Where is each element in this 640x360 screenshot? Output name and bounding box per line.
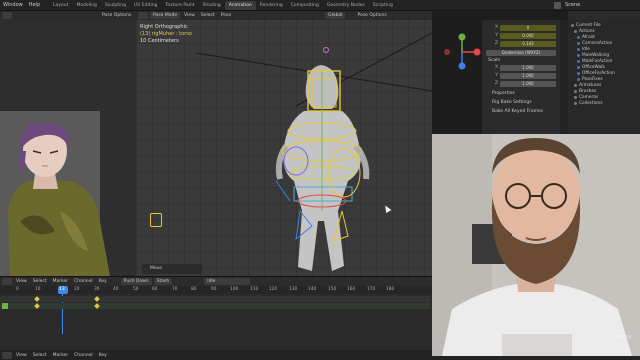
scale-x-row: X 1.000 bbox=[486, 64, 556, 71]
tab-compositing[interactable]: Compositing bbox=[287, 1, 323, 10]
scale-x-field[interactable]: 1.000 bbox=[500, 64, 556, 71]
watermark-text: Udemy bbox=[614, 334, 632, 340]
menu-channel[interactable]: Channel bbox=[72, 353, 94, 358]
tab-shading[interactable]: Shading bbox=[198, 1, 224, 10]
menu-channel[interactable]: Channel bbox=[72, 279, 94, 284]
menu-key[interactable]: Key bbox=[97, 279, 109, 284]
menu-view[interactable]: View bbox=[14, 353, 29, 358]
armature-rig-overlay[interactable] bbox=[256, 61, 386, 281]
channel-color-marker bbox=[2, 303, 8, 309]
scene-label[interactable]: Scene bbox=[562, 2, 583, 8]
location-x-field[interactable]: 0 bbox=[500, 24, 556, 31]
scale-y-row: Y 1.000 bbox=[486, 72, 556, 79]
tab-texture-paint[interactable]: Texture Paint bbox=[161, 1, 198, 10]
menu-key[interactable]: Key bbox=[97, 353, 109, 358]
tab-sculpting[interactable]: Sculpting bbox=[101, 1, 130, 10]
bake-all-checkbox[interactable]: Bake All Keyed Frames bbox=[486, 109, 556, 114]
scale-z-field[interactable]: 1.000 bbox=[500, 80, 556, 87]
webcam-overlay: Udemy bbox=[432, 134, 640, 356]
summary-channel-row[interactable] bbox=[0, 296, 430, 302]
pose-options-button[interactable]: Pose Options bbox=[100, 13, 133, 18]
properties-section[interactable]: Properties bbox=[486, 91, 556, 96]
outliner-panel: Current File Actions Afraid CameraAction… bbox=[568, 11, 640, 141]
move-operator-panel[interactable]: Move bbox=[142, 264, 202, 274]
outliner-item[interactable]: Collections bbox=[571, 100, 637, 106]
scene-icon[interactable] bbox=[554, 2, 561, 9]
location-z-field[interactable]: 0.143 bbox=[500, 40, 556, 47]
menu-view[interactable]: View bbox=[14, 279, 29, 284]
menu-marker[interactable]: Marker bbox=[51, 353, 71, 358]
camera-view-panel: Pose Options bbox=[0, 11, 136, 276]
location-z-row: Z 0.143 bbox=[486, 40, 556, 47]
menu-help[interactable]: Help bbox=[26, 2, 43, 8]
rig-bake-section[interactable]: Rig Bake Settings bbox=[486, 100, 556, 105]
hand-tool-icon[interactable] bbox=[150, 213, 162, 227]
push-down-button[interactable]: Push Down bbox=[120, 278, 152, 285]
rotation-mode-row: Quaternion (WXYZ) bbox=[486, 49, 556, 56]
presenter-video bbox=[432, 134, 640, 356]
top-menu-bar: Window Help Layout Modeling Sculpting UV… bbox=[0, 0, 640, 11]
tab-layout[interactable]: Layout bbox=[49, 1, 72, 10]
tab-animation[interactable]: Animation bbox=[224, 0, 256, 10]
scale-z-row: Z 1.000 bbox=[486, 80, 556, 87]
tab-modeling[interactable]: Modeling bbox=[72, 1, 100, 10]
outliner-header bbox=[568, 11, 640, 20]
action-channel-row[interactable] bbox=[0, 303, 430, 309]
stash-button[interactable]: Stash bbox=[153, 278, 173, 285]
editor-type-button[interactable] bbox=[2, 278, 12, 285]
move-label: Move bbox=[150, 266, 163, 271]
character-camera-render bbox=[8, 122, 110, 276]
scale-y-field[interactable]: 1.000 bbox=[500, 72, 556, 79]
location-y-row: Y 0.000 bbox=[486, 32, 556, 39]
location-x-row: X 0 bbox=[486, 24, 556, 31]
menu-select[interactable]: Select bbox=[31, 279, 49, 284]
tab-rendering[interactable]: Rendering bbox=[256, 1, 287, 10]
axis-orientation-gizmo[interactable] bbox=[442, 32, 482, 72]
menu-marker[interactable]: Marker bbox=[51, 279, 71, 284]
editor-type-button[interactable] bbox=[2, 12, 12, 19]
tab-uv-editing[interactable]: UV Editing bbox=[130, 1, 161, 10]
menu-window[interactable]: Window bbox=[0, 2, 26, 8]
playhead-frame-indicator[interactable]: 13 bbox=[58, 286, 68, 294]
menu-select[interactable]: Select bbox=[31, 353, 49, 358]
camera-view-header: Pose Options bbox=[0, 11, 136, 20]
location-y-field[interactable]: 0.000 bbox=[500, 32, 556, 39]
tab-scripting[interactable]: Scripting bbox=[369, 1, 397, 10]
3d-viewport[interactable]: Pose Mode View Select Pose Global Pose O… bbox=[136, 11, 432, 276]
scale-header: Scale bbox=[488, 58, 501, 63]
current-frame-label: 13 bbox=[59, 287, 65, 292]
editor-type-button[interactable] bbox=[2, 351, 12, 359]
tab-geometry-nodes[interactable]: Geometry Nodes bbox=[323, 1, 369, 10]
rotation-mode-dropdown[interactable]: Quaternion (WXYZ) bbox=[486, 49, 556, 56]
action-selector[interactable]: Idle bbox=[204, 278, 251, 285]
